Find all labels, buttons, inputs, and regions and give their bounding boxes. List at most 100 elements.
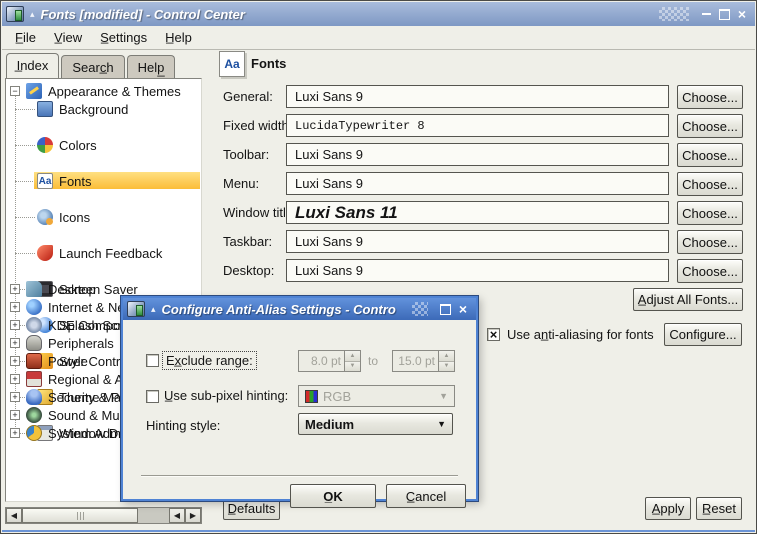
scroll-left-icon[interactable]: ◀ xyxy=(169,508,185,523)
hinting-style-dropdown[interactable]: Medium ▼ xyxy=(298,413,453,435)
icons-icon xyxy=(37,209,53,225)
check-icon: × xyxy=(490,329,498,340)
tree-item-colors[interactable]: Colors xyxy=(6,136,201,154)
expand-icon[interactable]: + xyxy=(10,428,20,438)
kde-components-icon xyxy=(26,317,42,333)
tab-help[interactable]: Help̲ xyxy=(127,55,175,78)
spin-up-icon[interactable]: ▲ xyxy=(345,351,360,362)
expand-icon[interactable]: + xyxy=(10,338,20,348)
scrollbar-track[interactable] xyxy=(138,508,169,523)
minimize-icon xyxy=(702,13,711,15)
scrollbar-thumb[interactable] xyxy=(22,508,138,523)
launch-feedback-icon xyxy=(37,245,53,261)
choose-fixed-width-button[interactable]: Choose... xyxy=(677,114,743,138)
spin-up-icon[interactable]: ▲ xyxy=(439,351,454,362)
adjust-all-fonts-button[interactable]: A̲djust All Fonts... xyxy=(633,288,743,311)
titlebar[interactable]: ▴ Fonts [modified] - Control Center × xyxy=(2,2,755,26)
maximize-button[interactable] xyxy=(715,6,733,22)
subpixel-type-value: RGB xyxy=(323,389,351,404)
subpixel-hinting-checkbox[interactable] xyxy=(146,390,159,403)
range-to-value: 15.0 pt xyxy=(393,351,438,371)
desktop-icon xyxy=(26,281,42,297)
titlebar-grip-icon xyxy=(659,7,689,21)
exclude-range-checkbox[interactable] xyxy=(146,354,159,367)
to-label: to xyxy=(368,354,378,368)
menubar: F̲ile V̲iew S̲ettings H̲elp xyxy=(2,26,755,50)
background-icon xyxy=(37,101,53,117)
general-font-sample: Luxi Sans 9 xyxy=(286,85,669,108)
subpixel-type-dropdown[interactable]: RGB ▼ xyxy=(298,385,455,407)
menu-view[interactable]: V̲iew xyxy=(45,28,91,47)
choose-general-button[interactable]: Choose... xyxy=(677,85,743,109)
close-button[interactable]: × xyxy=(733,6,751,22)
reset-button[interactable]: R̲eset xyxy=(696,497,742,520)
toolbar-font-sample: Luxi Sans 9 xyxy=(286,143,669,166)
spin-down-icon[interactable]: ▼ xyxy=(439,362,454,372)
tree-item-appearance-themes[interactable]: − Appearance & Themes xyxy=(6,82,201,100)
tab-search[interactable]: Searc̲h xyxy=(61,55,125,78)
dialog-titlebar[interactable]: ▴ Configure Anti-Alias Settings - Contro… xyxy=(123,298,476,320)
control-center-window: ▴ Fonts [modified] - Control Center × F̲… xyxy=(0,0,757,534)
menu-settings[interactable]: S̲ettings xyxy=(91,28,156,47)
window-title-font-sample: Luxi Sans 11 xyxy=(286,201,669,224)
hinting-style-label: Hinting style: xyxy=(146,418,220,433)
subpixel-hinting-label[interactable]: U̲se sub-pixel hinting: xyxy=(164,388,288,403)
expand-icon[interactable]: + xyxy=(10,320,20,330)
dialog-maximize-button[interactable] xyxy=(436,301,454,317)
shade-icon[interactable]: ▴ xyxy=(151,304,156,314)
expand-icon[interactable]: + xyxy=(10,356,20,366)
range-to-spinbox[interactable]: 15.0 pt ▲ ▼ xyxy=(392,350,455,372)
shade-icon[interactable]: ▴ xyxy=(30,9,35,19)
menu-help[interactable]: H̲elp xyxy=(156,28,201,47)
expand-icon[interactable]: + xyxy=(10,284,20,294)
menu-file[interactable]: F̲ile xyxy=(6,28,45,47)
menu-font-sample: Luxi Sans 9 xyxy=(286,172,669,195)
collapse-icon[interactable]: − xyxy=(10,86,20,96)
antialias-checkbox-label[interactable]: Use an̲ti-aliasing for fonts xyxy=(507,327,654,342)
app-icon xyxy=(127,301,145,317)
taskbar-font-sample: Luxi Sans 9 xyxy=(286,230,669,253)
choose-window-title-button[interactable]: Choose... xyxy=(677,201,743,225)
sound-icon xyxy=(26,407,42,423)
antialias-checkbox[interactable]: × xyxy=(487,328,500,341)
spin-down-icon[interactable]: ▼ xyxy=(345,362,360,372)
hinting-style-value: Medium xyxy=(305,417,354,432)
exclude-range-label[interactable]: Ex̲clude range: xyxy=(162,351,257,370)
choose-menu-button[interactable]: Choose... xyxy=(677,172,743,196)
tree-item-fonts[interactable]: Aa Fonts xyxy=(6,172,201,190)
choose-desktop-button[interactable]: Choose... xyxy=(677,259,743,283)
rgb-icon xyxy=(305,390,318,403)
range-from-spinbox[interactable]: 8.0 pt ▲ ▼ xyxy=(298,350,361,372)
power-control-icon xyxy=(26,353,42,369)
choose-toolbar-button[interactable]: Choose... xyxy=(677,143,743,167)
divider xyxy=(141,475,458,477)
minimize-button[interactable] xyxy=(697,6,715,22)
choose-taskbar-button[interactable]: Choose... xyxy=(677,230,743,254)
tree-item-background[interactable]: Background xyxy=(6,100,201,118)
tree-horizontal-scrollbar[interactable]: ◀ ◀ ▶ xyxy=(5,507,202,524)
expand-icon[interactable]: + xyxy=(10,302,20,312)
maximize-icon xyxy=(440,304,451,315)
window-border xyxy=(2,530,755,532)
expand-icon[interactable]: + xyxy=(10,410,20,420)
app-icon xyxy=(6,6,24,22)
system-admin-icon xyxy=(26,425,42,441)
ok-button[interactable]: O̲K xyxy=(290,484,376,508)
scroll-left-icon[interactable]: ◀ xyxy=(6,508,22,523)
dialog-close-button[interactable]: × xyxy=(454,301,472,317)
tree-item-icons[interactable]: Icons xyxy=(6,208,201,226)
tree-item-launch-feedback[interactable]: Launch Feedback xyxy=(6,244,201,262)
range-from-value: 8.0 pt xyxy=(299,351,344,371)
colors-icon xyxy=(37,137,53,153)
expand-icon[interactable]: + xyxy=(10,392,20,402)
appearance-icon xyxy=(26,83,42,99)
configure-button[interactable]: Configure... xyxy=(664,323,742,346)
tab-index[interactable]: I̲ndex xyxy=(6,53,59,78)
fonts-module-icon: Aa xyxy=(219,51,245,77)
expand-icon[interactable]: + xyxy=(10,374,20,384)
dialog-body: Ex̲clude range: 8.0 pt ▲ ▼ to 15.0 pt ▲ … xyxy=(123,320,476,501)
cancel-button[interactable]: C̲ancel xyxy=(386,484,466,508)
scroll-right-icon[interactable]: ▶ xyxy=(185,508,201,523)
apply-button[interactable]: A̲pply xyxy=(645,497,691,520)
antialias-settings-dialog: ▴ Configure Anti-Alias Settings - Contro… xyxy=(121,296,478,501)
